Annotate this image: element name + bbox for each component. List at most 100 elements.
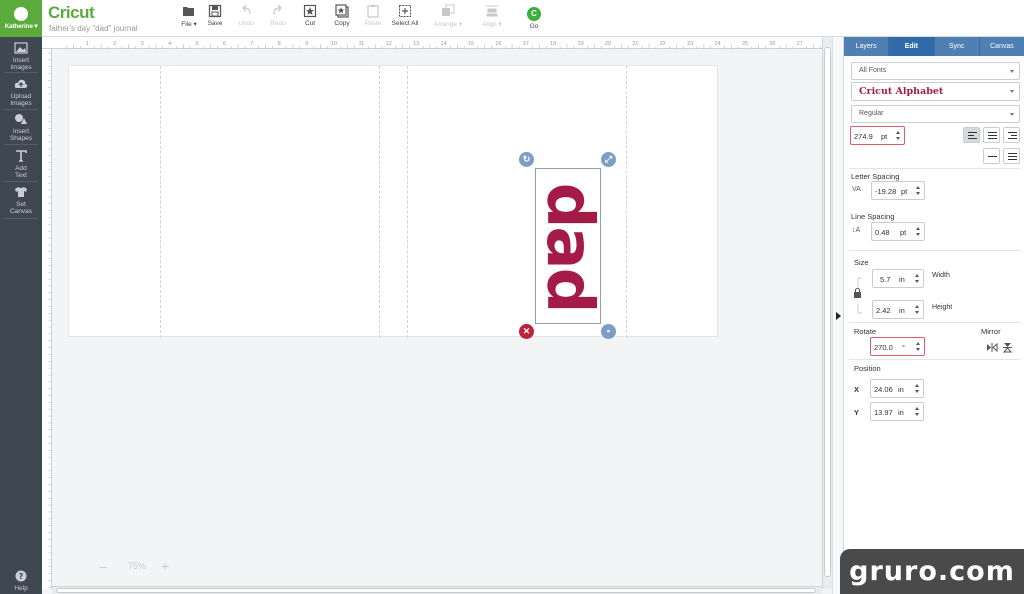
align-center-button[interactable] [983, 127, 1000, 143]
tool-label: Save [207, 20, 223, 27]
divider [849, 322, 1020, 323]
copy-button[interactable]: Copy [332, 4, 352, 27]
sidebar-label: Insert [12, 128, 30, 135]
height-label: Height [932, 304, 953, 311]
redo-button[interactable]: Redo [268, 4, 288, 27]
tool-label: Redo [270, 20, 286, 27]
divider [4, 144, 38, 145]
ruler-label: 10 [331, 41, 337, 47]
selected-text-object[interactable]: dad [532, 168, 606, 324]
curve-text-button[interactable] [983, 148, 1000, 164]
panel-tabs: Layers Edit Sync Canvas [844, 37, 1024, 56]
panel-collapse-toggle[interactable] [832, 37, 843, 594]
font-size-input[interactable]: 274.9 pt [850, 126, 905, 145]
undo-button[interactable]: Undo [236, 4, 256, 27]
delete-handle-icon[interactable]: ✕ [519, 324, 534, 339]
rotate-handle-icon[interactable]: ↻ [519, 152, 534, 167]
go-button[interactable]: C Go [524, 3, 544, 30]
sidebar-label: Shapes [9, 135, 33, 142]
sidebar-item-set-canvas[interactable]: Set Canvas [0, 186, 42, 215]
paste-button[interactable]: Paste [363, 4, 383, 27]
select-value: Regular [859, 110, 884, 117]
align-left-button[interactable] [963, 127, 980, 143]
arrange-menu-button[interactable]: Arrange ▾ [431, 4, 465, 28]
user-menu[interactable]: Katherine ▾ [0, 0, 42, 37]
ruler-label: 8 [278, 41, 281, 47]
ruler-label: 11 [359, 41, 365, 47]
line-spacing-input[interactable]: 0.48 pt [871, 222, 925, 241]
input-unit: in [899, 275, 905, 284]
align-menu-button[interactable]: Align ▾ [478, 4, 506, 28]
lock-icon[interactable] [853, 277, 863, 317]
align-right-button[interactable] [1003, 127, 1020, 143]
stepper-arrows[interactable] [895, 130, 901, 143]
edit-panel: Layers Edit Sync Canvas All Fonts Cricut… [843, 37, 1024, 594]
ruler-ticks [48, 52, 52, 588]
flip-horizontal-icon[interactable] [986, 343, 998, 352]
tool-label: Align [482, 21, 497, 28]
scrollbar-thumb[interactable] [56, 588, 816, 593]
sidebar-item-help[interactable]: ? Help [0, 570, 42, 592]
vertical-scrollbar[interactable] [822, 37, 832, 589]
design-canvas[interactable]: dad ↻ ⤢ ✕ ▪ − 75% + [52, 49, 822, 586]
zoom-in-button[interactable]: + [161, 558, 169, 574]
tool-label: File [181, 21, 192, 28]
file-menu-button[interactable]: File ▾ [176, 4, 202, 28]
text-icon [16, 150, 27, 162]
position-x-input[interactable]: 24.06 in [870, 379, 924, 398]
position-y-input[interactable]: 13.97 in [870, 402, 924, 421]
watermark: gruro.com [840, 549, 1024, 594]
shapes-icon [15, 114, 27, 124]
width-label: Width [932, 272, 950, 279]
font-filter-select[interactable]: All Fonts [851, 62, 1020, 80]
lock-handle-icon[interactable]: ▪ [601, 324, 616, 339]
divider [849, 168, 1020, 169]
top-toolbar: Cricut father's day "dad" journal File ▾… [42, 0, 1024, 37]
sidebar-item-insert-shapes[interactable]: Insert Shapes [0, 113, 42, 142]
stepper-arrows[interactable] [914, 273, 920, 286]
dad-text[interactable]: dad [532, 183, 606, 312]
tab-edit[interactable]: Edit [889, 37, 935, 56]
arrange-icon [442, 4, 455, 16]
tool-label: Cut [304, 20, 316, 27]
zoom-out-button[interactable]: − [99, 559, 107, 575]
sidebar-item-upload-images[interactable]: Upload Images [0, 78, 42, 107]
rotate-input[interactable]: 270.0 ° [870, 337, 925, 356]
stepper-arrows[interactable] [915, 185, 921, 198]
ruler-label: 21 [632, 41, 638, 47]
tool-label: Undo [238, 20, 254, 27]
ruler-ticks: 1 2 3 4 5 6 7 8 9 10 11 12 13 14 15 16 17 18 19 20 21 22 23 24 2… [66, 41, 821, 49]
width-input[interactable]: 5.7 in [872, 269, 924, 288]
height-input[interactable]: 2.42 in [872, 300, 924, 319]
tab-sync[interactable]: Sync [934, 37, 980, 56]
canvas-page[interactable] [68, 65, 718, 338]
scrollbar-thumb[interactable] [824, 47, 831, 577]
ruler-label: 13 [413, 41, 419, 47]
horizontal-scrollbar[interactable] [52, 586, 822, 594]
advanced-text-button[interactable] [1003, 148, 1020, 164]
font-select[interactable]: Cricut Alphabet [851, 82, 1020, 101]
sidebar-item-insert-images[interactable]: Insert Images [0, 42, 42, 71]
letter-spacing-input[interactable]: -19.28 pt [871, 181, 925, 200]
cut-button[interactable]: Cut [301, 4, 319, 27]
resize-handle-icon[interactable]: ⤢ [601, 152, 616, 167]
flip-vertical-icon[interactable] [1003, 342, 1012, 353]
x-label: X [854, 385, 860, 394]
select-value: Cricut Alphabet [859, 86, 944, 97]
select-all-button[interactable]: Select All [390, 4, 420, 27]
stepper-arrows[interactable] [914, 383, 920, 396]
stepper-arrows[interactable] [914, 406, 920, 419]
stepper-arrows[interactable] [915, 226, 921, 239]
stepper-arrows[interactable] [915, 341, 921, 354]
ruler-label: 12 [386, 41, 392, 47]
sidebar-item-add-text[interactable]: Add Text [0, 150, 42, 179]
divider [4, 72, 38, 73]
shirt-icon [15, 187, 27, 197]
vertical-ruler [42, 49, 52, 589]
tab-layers[interactable]: Layers [844, 37, 890, 56]
font-style-select[interactable]: Regular [851, 105, 1020, 123]
stepper-arrows[interactable] [914, 304, 920, 317]
tab-canvas[interactable]: Canvas [979, 37, 1024, 56]
caret-down-icon [1010, 90, 1014, 93]
save-button[interactable]: Save [205, 4, 225, 27]
